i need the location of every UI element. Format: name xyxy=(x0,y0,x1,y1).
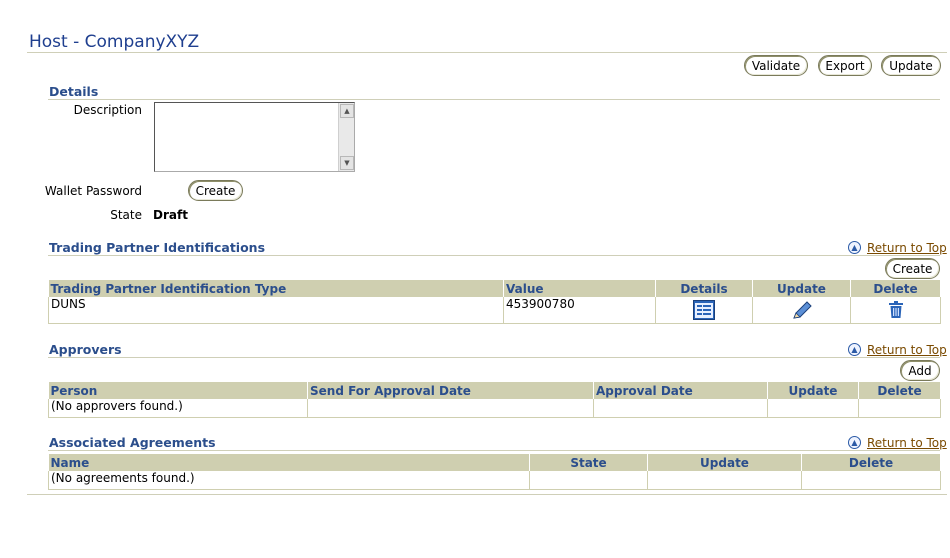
table-header-row: Name State Update Delete xyxy=(48,454,941,471)
pencil-icon[interactable] xyxy=(791,300,813,320)
footer-divider xyxy=(27,494,947,495)
column-header: Delete xyxy=(850,280,941,297)
return-to-top-link[interactable]: Return to Top xyxy=(867,436,947,450)
agreements-divider xyxy=(48,450,940,451)
column-header: Trading Partner Identification Type xyxy=(48,280,504,297)
trading-partner-create-button[interactable]: Create xyxy=(885,258,940,279)
details-icon[interactable] xyxy=(693,300,715,320)
return-to-top-icon[interactable]: ▲ xyxy=(848,436,861,449)
column-header: Value xyxy=(503,280,656,297)
identification-type-cell: DUNS xyxy=(48,297,504,324)
export-button[interactable]: Export xyxy=(818,55,872,76)
trading-partner-table: Trading Partner Identification Type Valu… xyxy=(48,280,941,324)
table-row: DUNS 453900780 xyxy=(48,297,941,324)
approvers-section-title: Approvers xyxy=(49,342,122,357)
empty-cell xyxy=(307,399,594,418)
return-to-top-link[interactable]: Return to Top xyxy=(867,343,947,357)
return-to-top-icon[interactable]: ▲ xyxy=(848,343,861,356)
column-header: Update xyxy=(752,280,851,297)
empty-cell xyxy=(858,399,941,418)
empty-cell xyxy=(593,399,768,418)
column-header: Approval Date xyxy=(593,382,768,399)
scroll-up-icon[interactable]: ▲ xyxy=(340,104,354,118)
title-divider xyxy=(27,52,947,53)
table-row: (No agreements found.) xyxy=(48,471,941,490)
trash-icon[interactable] xyxy=(888,301,904,319)
details-section-title: Details xyxy=(49,84,99,99)
delete-cell xyxy=(850,297,941,324)
column-header: Delete xyxy=(858,382,941,399)
identification-value-cell: 453900780 xyxy=(503,297,656,324)
wallet-password-label: Wallet Password xyxy=(44,184,142,198)
validate-button[interactable]: Validate xyxy=(744,55,808,76)
state-label: State xyxy=(110,208,142,222)
empty-cell xyxy=(529,471,648,490)
empty-message: (No agreements found.) xyxy=(48,471,530,490)
agreements-table: Name State Update Delete (No agreements … xyxy=(48,454,941,490)
column-header: Update xyxy=(767,382,859,399)
trading-partner-section-title: Trading Partner Identifications xyxy=(49,240,266,255)
page-title: Host - CompanyXYZ xyxy=(29,32,200,52)
agreements-section-title: Associated Agreements xyxy=(49,435,216,450)
return-to-top-icon[interactable]: ▲ xyxy=(848,241,861,254)
details-divider xyxy=(48,99,940,100)
state-value: Draft xyxy=(153,208,188,222)
approvers-divider xyxy=(48,357,940,358)
column-header: Send For Approval Date xyxy=(307,382,594,399)
table-header-row: Trading Partner Identification Type Valu… xyxy=(48,280,941,297)
column-header: Details xyxy=(655,280,753,297)
trading-partner-divider xyxy=(48,255,940,256)
scroll-down-icon[interactable]: ▼ xyxy=(340,156,354,170)
column-header: Update xyxy=(647,454,802,471)
update-button[interactable]: Update xyxy=(881,55,941,76)
column-header: Name xyxy=(48,454,530,471)
empty-cell xyxy=(767,399,859,418)
column-header: Delete xyxy=(801,454,941,471)
return-to-top-link[interactable]: Return to Top xyxy=(867,241,947,255)
table-row: (No approvers found.) xyxy=(48,399,941,418)
approvers-table: Person Send For Approval Date Approval D… xyxy=(48,382,941,418)
wallet-password-create-button[interactable]: Create xyxy=(188,180,243,201)
description-label: Description xyxy=(73,103,142,117)
update-cell xyxy=(752,297,851,324)
details-cell xyxy=(655,297,753,324)
empty-cell xyxy=(801,471,941,490)
empty-message: (No approvers found.) xyxy=(48,399,308,418)
empty-cell xyxy=(647,471,802,490)
description-textarea[interactable]: ▲ ▼ xyxy=(154,102,355,172)
description-scrollbar[interactable]: ▲ ▼ xyxy=(338,103,354,171)
add-approver-button[interactable]: Add xyxy=(900,360,940,381)
column-header: State xyxy=(529,454,648,471)
table-header-row: Person Send For Approval Date Approval D… xyxy=(48,382,941,399)
column-header: Person xyxy=(48,382,308,399)
